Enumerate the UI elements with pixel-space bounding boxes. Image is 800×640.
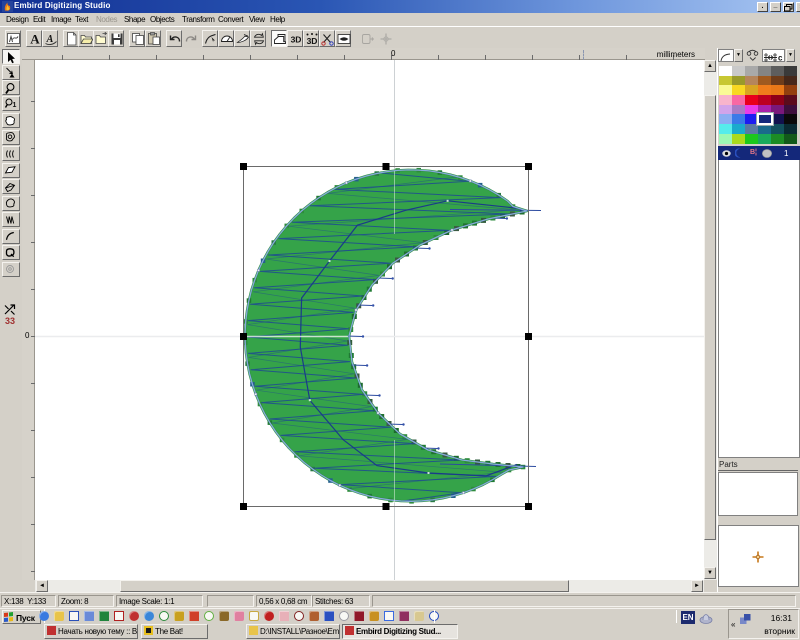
svg-text:1: 1 [12,102,16,109]
svg-text:3D: 3D [307,36,318,46]
svg-text:A: A [30,32,40,46]
svg-text:3D: 3D [291,35,302,45]
svg-text:c: c [778,54,783,63]
svg-text:A: A [46,34,54,45]
